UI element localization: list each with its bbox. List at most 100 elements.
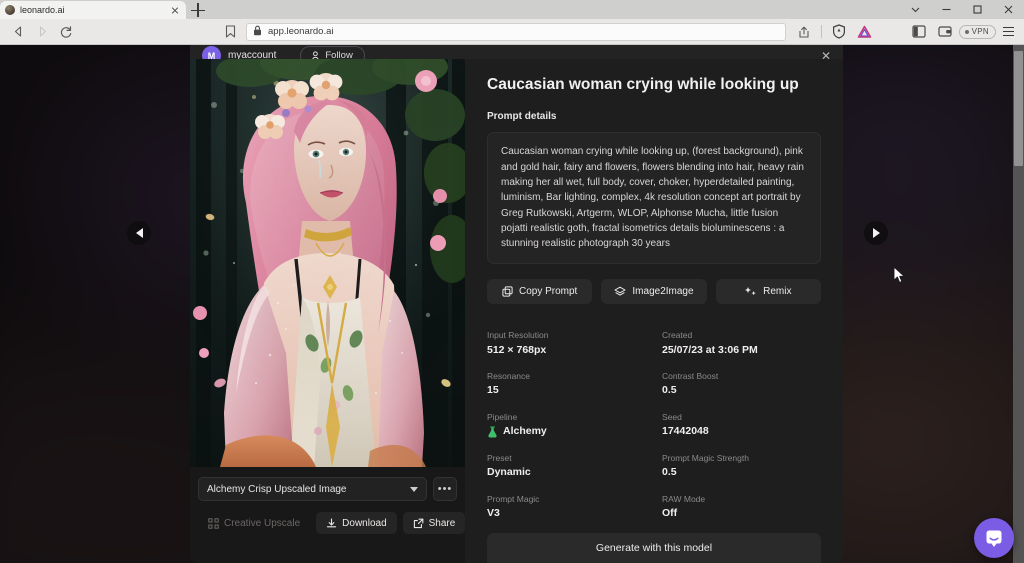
layers-icon <box>614 286 626 297</box>
meta-key: RAW Mode <box>662 494 821 504</box>
more-options-button[interactable]: ••• <box>433 477 457 501</box>
next-image-arrow[interactable] <box>864 221 888 245</box>
lock-icon <box>253 23 262 41</box>
tab-search-chevron-icon[interactable] <box>900 0 931 19</box>
image2image-button[interactable]: Image2Image <box>601 279 706 304</box>
avatar[interactable]: M <box>202 46 221 59</box>
copy-prompt-label: Copy Prompt <box>519 286 577 297</box>
browser-chrome: leonardo.ai <box>0 0 1024 45</box>
vpn-label: VPN <box>972 28 989 36</box>
maximize-icon[interactable] <box>962 0 993 19</box>
share-icon[interactable] <box>792 20 816 44</box>
address-text: app.leonardo.ai <box>268 27 334 37</box>
details-panel: Caucasian woman crying while looking up … <box>465 45 843 563</box>
upscale-icon <box>208 518 219 529</box>
address-bar[interactable]: app.leonardo.ai <box>246 23 786 41</box>
image-action-row: Creative Upscale Download <box>198 512 457 534</box>
meta-value: Alchemy <box>503 425 547 438</box>
download-icon <box>326 518 337 529</box>
meta-value: 0.5 <box>662 466 821 479</box>
meta-key: Prompt Magic <box>487 494 646 504</box>
image-detail-modal: M myaccount Follow ✕ <box>190 45 843 563</box>
previous-image-arrow[interactable] <box>127 221 151 245</box>
forward-button[interactable] <box>30 20 54 44</box>
meta-item-preset: Preset Dynamic <box>487 453 646 479</box>
minimize-icon[interactable] <box>931 0 962 19</box>
meta-item-pipeline: Pipeline Alchemy <box>487 412 646 438</box>
page-viewport: M myaccount Follow ✕ <box>0 45 1024 563</box>
meta-item-contrast-boost: Contrast Boost 0.5 <box>662 371 821 397</box>
meta-key: Created <box>662 330 821 340</box>
tab-strip: leonardo.ai <box>0 0 1024 19</box>
follow-label: Follow <box>325 50 352 59</box>
meta-value: V3 <box>487 507 646 520</box>
toolbar-divider <box>821 25 822 38</box>
copy-prompt-button[interactable]: Copy Prompt <box>487 279 592 304</box>
model-row: Alchemy Crisp Upscaled Image ••• <box>198 477 457 501</box>
meta-key: Preset <box>487 453 646 463</box>
browser-tab[interactable]: leonardo.ai <box>0 1 186 19</box>
model-select[interactable]: Alchemy Crisp Upscaled Image <box>198 477 427 501</box>
intercom-chat-icon <box>984 528 1004 548</box>
share-button[interactable]: Share <box>403 512 466 534</box>
person-add-icon <box>312 51 321 59</box>
meta-value: Off <box>662 507 821 520</box>
meta-item-created: Created 25/07/23 at 3:06 PM <box>662 330 821 356</box>
download-button[interactable]: Download <box>316 512 396 534</box>
toolbar-right: VPN <box>792 20 1018 44</box>
creative-upscale-button[interactable]: Creative Upscale <box>198 512 310 534</box>
remix-label: Remix <box>763 286 791 297</box>
meta-item-input-resolution: Input Resolution 512 × 768px <box>487 330 646 356</box>
page-title: Caucasian woman crying while looking up <box>487 75 821 94</box>
meta-key: Input Resolution <box>487 330 646 340</box>
tab-title: leonardo.ai <box>20 6 164 15</box>
new-tab-button[interactable] <box>191 3 205 17</box>
meta-value-wrap: Alchemy <box>487 425 646 438</box>
wallet-icon[interactable] <box>933 20 957 44</box>
close-modal-button[interactable]: ✕ <box>821 50 831 60</box>
image2image-label: Image2Image <box>632 286 693 297</box>
prompt-box[interactable]: Caucasian woman crying while looking up,… <box>487 132 821 264</box>
close-window-icon[interactable] <box>993 0 1024 19</box>
bookmark-icon[interactable] <box>218 20 242 44</box>
metadata-grid: Input Resolution 512 × 768px Created 25/… <box>487 330 821 519</box>
share-external-icon <box>413 518 424 529</box>
vpn-status-dot <box>965 30 969 34</box>
screen: leonardo.ai <box>0 0 1024 563</box>
meta-value: 17442048 <box>662 425 821 438</box>
hamburger-menu-icon[interactable] <box>998 23 1018 41</box>
vpn-toggle[interactable]: VPN <box>959 25 996 39</box>
follow-button[interactable]: Follow <box>300 46 364 59</box>
page-scrollbar[interactable] <box>1013 45 1024 563</box>
remix-button[interactable]: Remix <box>716 279 821 304</box>
back-button[interactable] <box>6 20 30 44</box>
sidebar-toggle-icon[interactable] <box>907 20 931 44</box>
intercom-chat-button[interactable] <box>974 518 1014 558</box>
prompt-text: Caucasian woman crying while looking up,… <box>501 144 807 251</box>
remix-sparkle-icon <box>745 286 757 297</box>
chevron-down-icon <box>410 487 418 492</box>
meta-value: Dynamic <box>487 466 646 479</box>
image-panel: Alchemy Crisp Upscaled Image ••• <box>190 45 465 563</box>
generated-image[interactable] <box>190 53 465 467</box>
meta-key: Prompt Magic Strength <box>662 453 821 463</box>
scrollbar-thumb[interactable] <box>1014 51 1023 166</box>
leonardo-extension-icon[interactable] <box>853 20 877 44</box>
close-icon[interactable] <box>169 4 181 16</box>
download-label: Download <box>342 518 386 529</box>
creative-upscale-label: Creative Upscale <box>224 518 300 529</box>
meta-item-prompt-magic: Prompt Magic V3 <box>487 494 646 520</box>
share-label: Share <box>429 518 456 529</box>
meta-value: 0.5 <box>662 384 821 397</box>
reload-button[interactable] <box>54 20 78 44</box>
generate-with-model-button[interactable]: Generate with this model <box>487 533 821 563</box>
image-controls: Alchemy Crisp Upscaled Image ••• <box>190 467 465 534</box>
window-controls <box>900 0 1024 19</box>
prompt-details-heading: Prompt details <box>487 111 821 122</box>
username-label[interactable]: myaccount <box>228 50 276 59</box>
model-name-label: Alchemy Crisp Upscaled Image <box>207 484 404 495</box>
brave-shields-icon[interactable] <box>827 20 851 44</box>
meta-value: 25/07/23 at 3:06 PM <box>662 344 821 357</box>
leonardo-favicon-icon <box>5 5 15 15</box>
meta-item-seed: Seed 17442048 <box>662 412 821 438</box>
